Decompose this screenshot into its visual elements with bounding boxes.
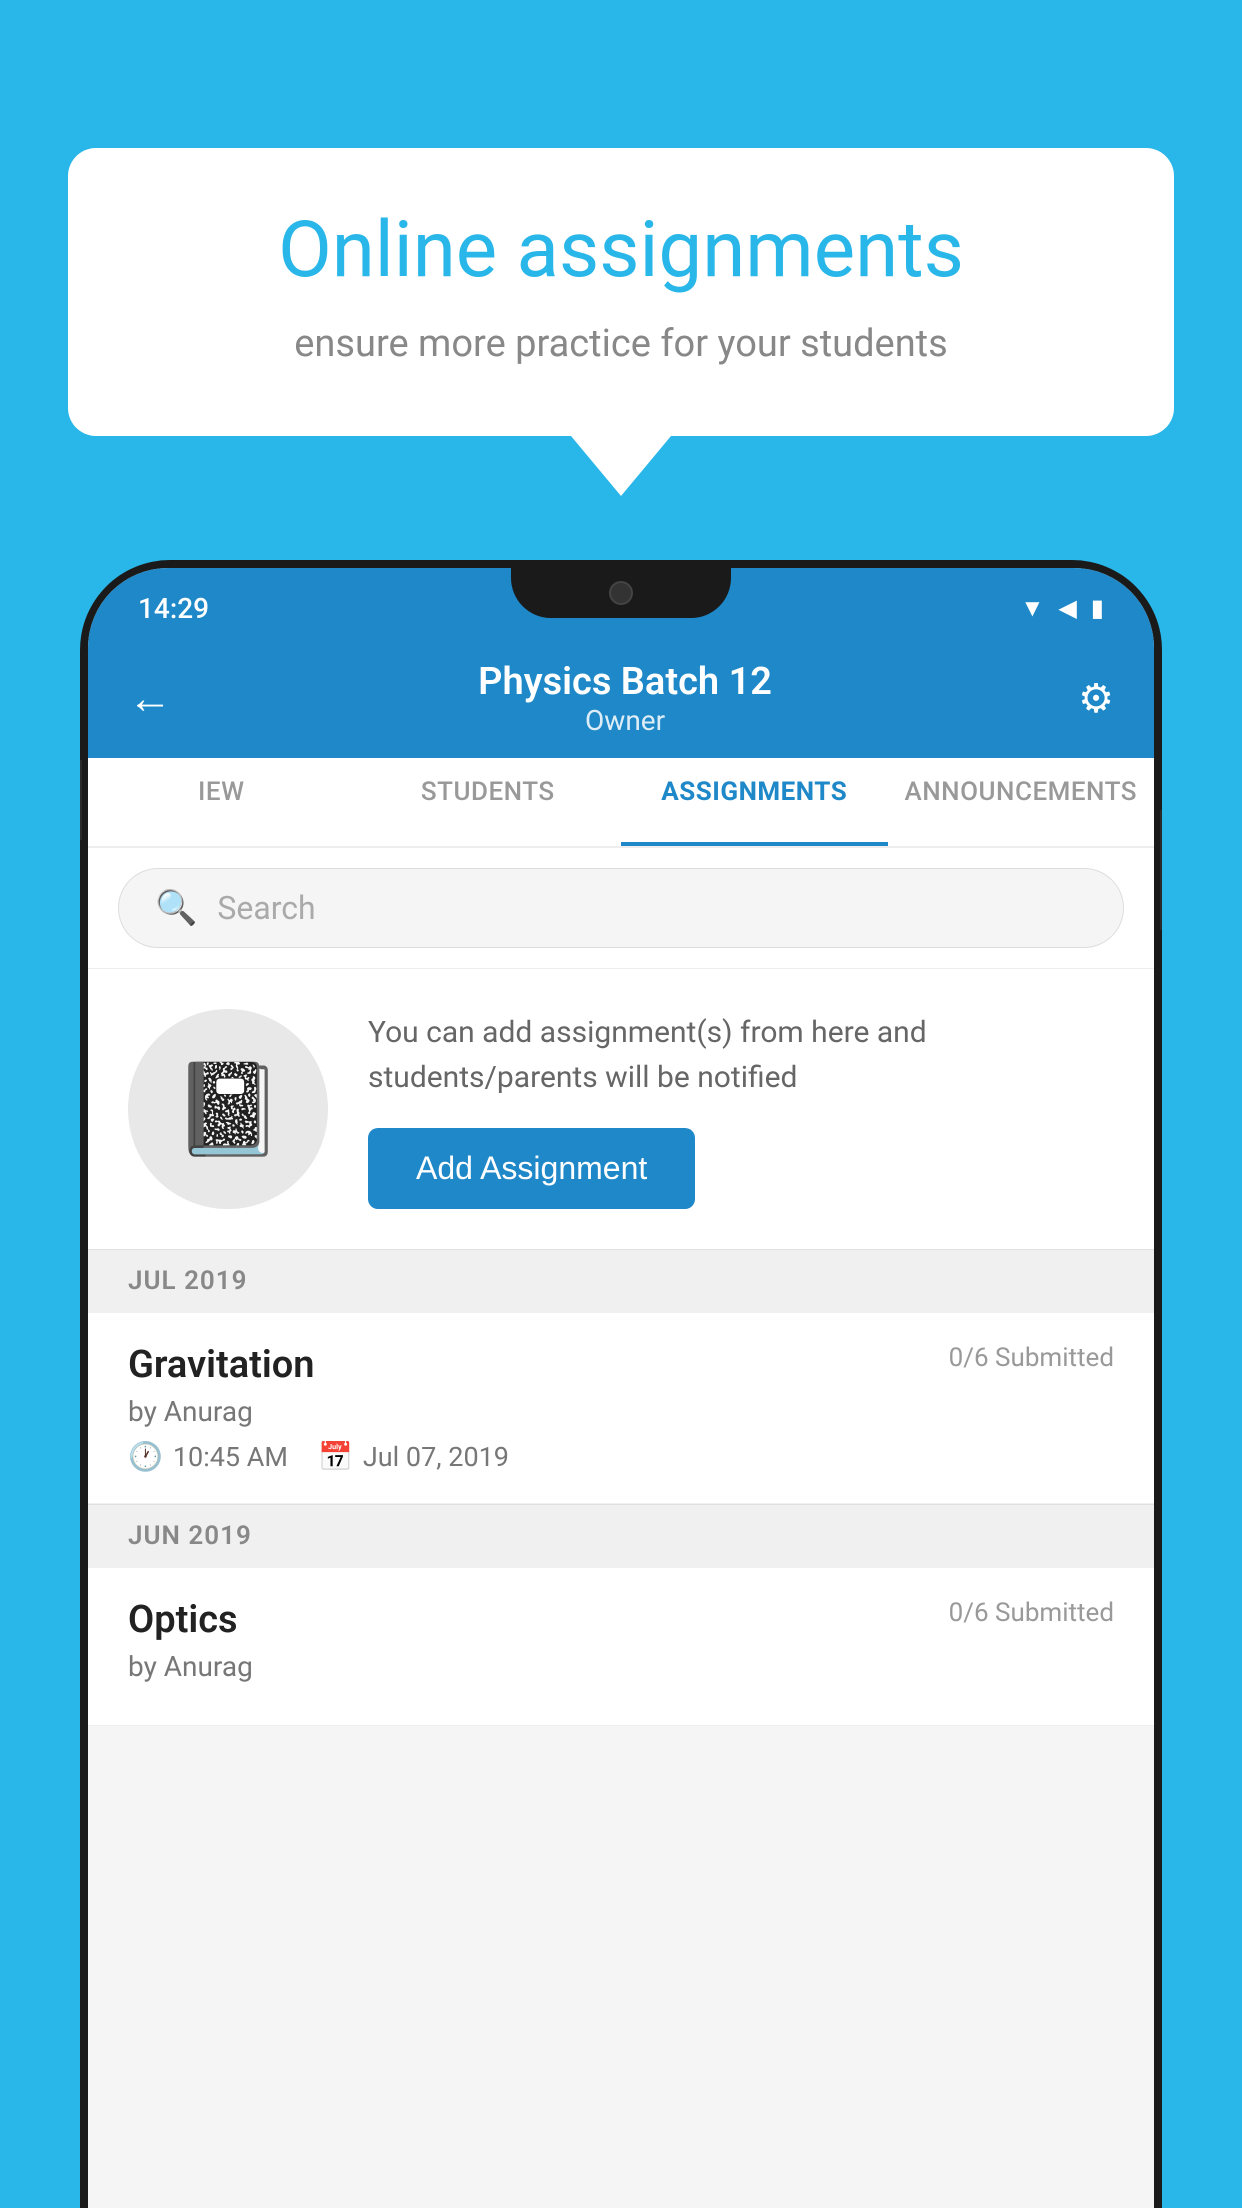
speech-bubble-title: Online assignments — [148, 208, 1094, 294]
info-card-right: You can add assignment(s) from here and … — [368, 1010, 1114, 1209]
assignment-item-header: Gravitation 0/6 Submitted — [128, 1343, 1114, 1387]
assignment-name: Gravitation — [128, 1343, 315, 1387]
optics-assignment-author: by Anurag — [128, 1650, 1114, 1683]
tab-iew[interactable]: IEW — [88, 758, 355, 846]
assignment-time-value: 10:45 AM — [173, 1441, 288, 1473]
phone-notch — [511, 568, 731, 618]
status-time: 14:29 — [138, 592, 209, 625]
assignment-item-gravitation[interactable]: Gravitation 0/6 Submitted by Anurag 🕐 10… — [88, 1312, 1154, 1504]
back-button[interactable]: ← — [128, 672, 172, 724]
battery-icon: ▮ — [1091, 594, 1104, 622]
search-bar-container: 🔍 Search — [88, 848, 1154, 968]
phone-side-button-right — [1160, 810, 1162, 930]
speech-bubble-arrow — [571, 436, 671, 496]
optics-assignment-name: Optics — [128, 1598, 238, 1642]
app-bar: ← Physics Batch 12 Owner ⚙ — [88, 638, 1154, 758]
add-assignment-button[interactable]: Add Assignment — [368, 1128, 695, 1209]
phone-frame: 14:29 ▼ ◀ ▮ ← Physics Batch 12 Owner ⚙ I… — [80, 560, 1162, 2208]
optics-assignment-submitted: 0/6 Submitted — [949, 1598, 1114, 1628]
tab-assignments[interactable]: ASSIGNMENTS — [621, 758, 888, 846]
settings-icon[interactable]: ⚙ — [1078, 675, 1114, 722]
phone-side-button-left — [80, 760, 82, 840]
assignment-time: 🕐 10:45 AM — [128, 1440, 288, 1473]
clock-icon: 🕐 — [128, 1440, 163, 1473]
tabs-container: IEW STUDENTS ASSIGNMENTS ANNOUNCEMENTS — [88, 758, 1154, 848]
assignment-date-value: Jul 07, 2019 — [363, 1441, 509, 1473]
search-icon: 🔍 — [155, 888, 197, 928]
month-section-jun: JUN 2019 — [88, 1504, 1154, 1567]
phone-camera — [609, 581, 633, 605]
app-bar-title-container: Physics Batch 12 Owner — [478, 660, 772, 737]
assignment-date: 📅 Jul 07, 2019 — [318, 1440, 509, 1473]
app-bar-title: Physics Batch 12 — [478, 660, 772, 704]
speech-bubble-subtitle: ensure more practice for your students — [148, 322, 1094, 366]
assignment-icon-circle: 📓 — [128, 1009, 328, 1209]
assignment-submitted: 0/6 Submitted — [949, 1343, 1114, 1373]
phone-inner: 14:29 ▼ ◀ ▮ ← Physics Batch 12 Owner ⚙ I… — [88, 568, 1154, 2208]
month-section-jul: JUL 2019 — [88, 1249, 1154, 1312]
app-bar-subtitle: Owner — [478, 704, 772, 737]
search-bar[interactable]: 🔍 Search — [118, 868, 1124, 948]
info-card-text: You can add assignment(s) from here and … — [368, 1010, 1114, 1100]
tab-students[interactable]: STUDENTS — [355, 758, 622, 846]
info-card: 📓 You can add assignment(s) from here an… — [88, 968, 1154, 1249]
signal-icon: ◀ — [1058, 594, 1076, 622]
speech-bubble: Online assignments ensure more practice … — [68, 148, 1174, 436]
tab-announcements[interactable]: ANNOUNCEMENTS — [888, 758, 1155, 846]
assignment-item-optics-header: Optics 0/6 Submitted — [128, 1598, 1114, 1642]
assignment-book-icon: 📓 — [172, 1057, 284, 1162]
wifi-icon: ▼ — [1021, 594, 1045, 623]
assignment-meta: 🕐 10:45 AM 📅 Jul 07, 2019 — [128, 1440, 1114, 1473]
search-placeholder-text: Search — [217, 889, 315, 927]
screen-content: 🔍 Search 📓 You can add assignment(s) fro… — [88, 848, 1154, 2208]
assignment-item-optics[interactable]: Optics 0/6 Submitted by Anurag — [88, 1567, 1154, 1726]
calendar-icon: 📅 — [318, 1440, 353, 1473]
speech-bubble-container: Online assignments ensure more practice … — [68, 148, 1174, 496]
assignment-author: by Anurag — [128, 1395, 1114, 1428]
status-icons: ▼ ◀ ▮ — [1021, 594, 1104, 623]
